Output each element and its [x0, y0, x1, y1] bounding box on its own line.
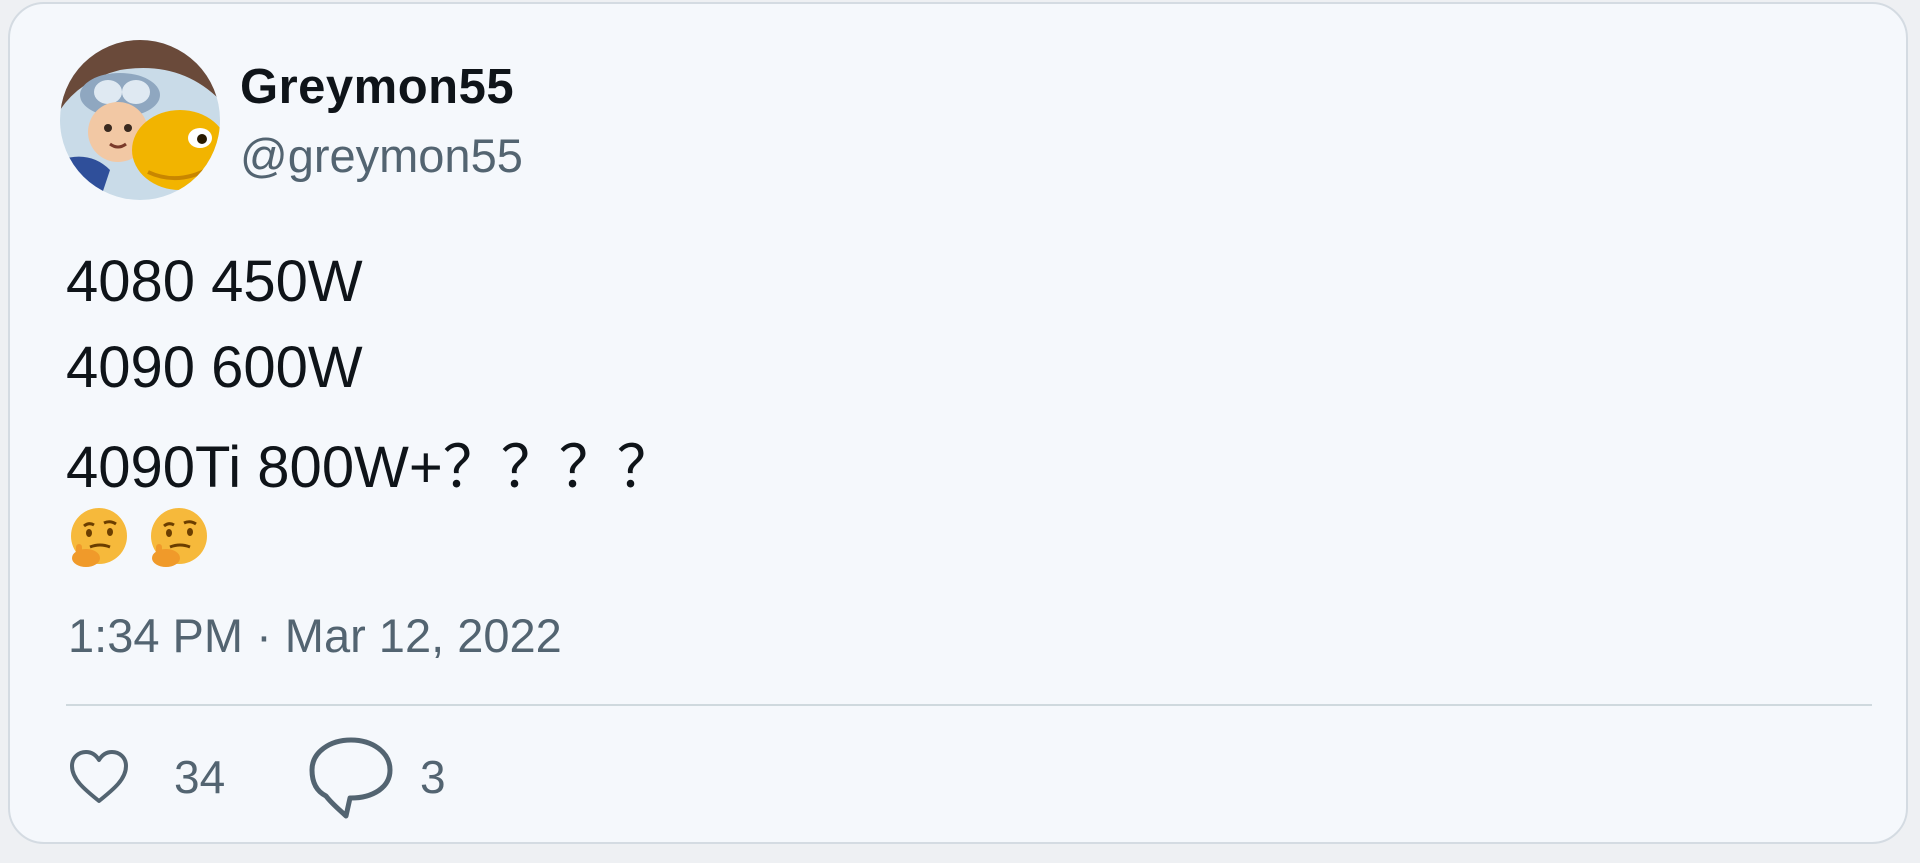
like-count: 34 [174, 751, 226, 803]
tweet-text-line: 4090 600W [66, 335, 363, 400]
speech-bubble-icon [309, 737, 393, 819]
heart-outline-icon [70, 750, 128, 803]
avatar[interactable] [60, 40, 220, 200]
emoji-row [66, 506, 212, 578]
reply-button[interactable]: 3 [306, 732, 446, 822]
reply-count: 3 [420, 751, 446, 803]
like-button[interactable]: 34 [68, 732, 225, 822]
tweet-timestamp[interactable]: 1:34 PM · Mar 12, 2022 [68, 608, 562, 663]
tweet-text-line: 4080 450W [66, 249, 363, 314]
avatar-image [60, 40, 220, 200]
tweet-card[interactable]: Greymon55 @greymon55 4080 450W 4090 600W… [8, 2, 1908, 844]
divider [66, 704, 1872, 706]
thinking-face-emoji [151, 508, 207, 567]
display-name[interactable]: Greymon55 [240, 59, 514, 115]
thinking-face-emoji [71, 508, 127, 567]
user-handle[interactable]: @greymon55 [240, 128, 523, 183]
tweet-text-line: 4090Ti 800W+？？？？ [66, 435, 675, 500]
